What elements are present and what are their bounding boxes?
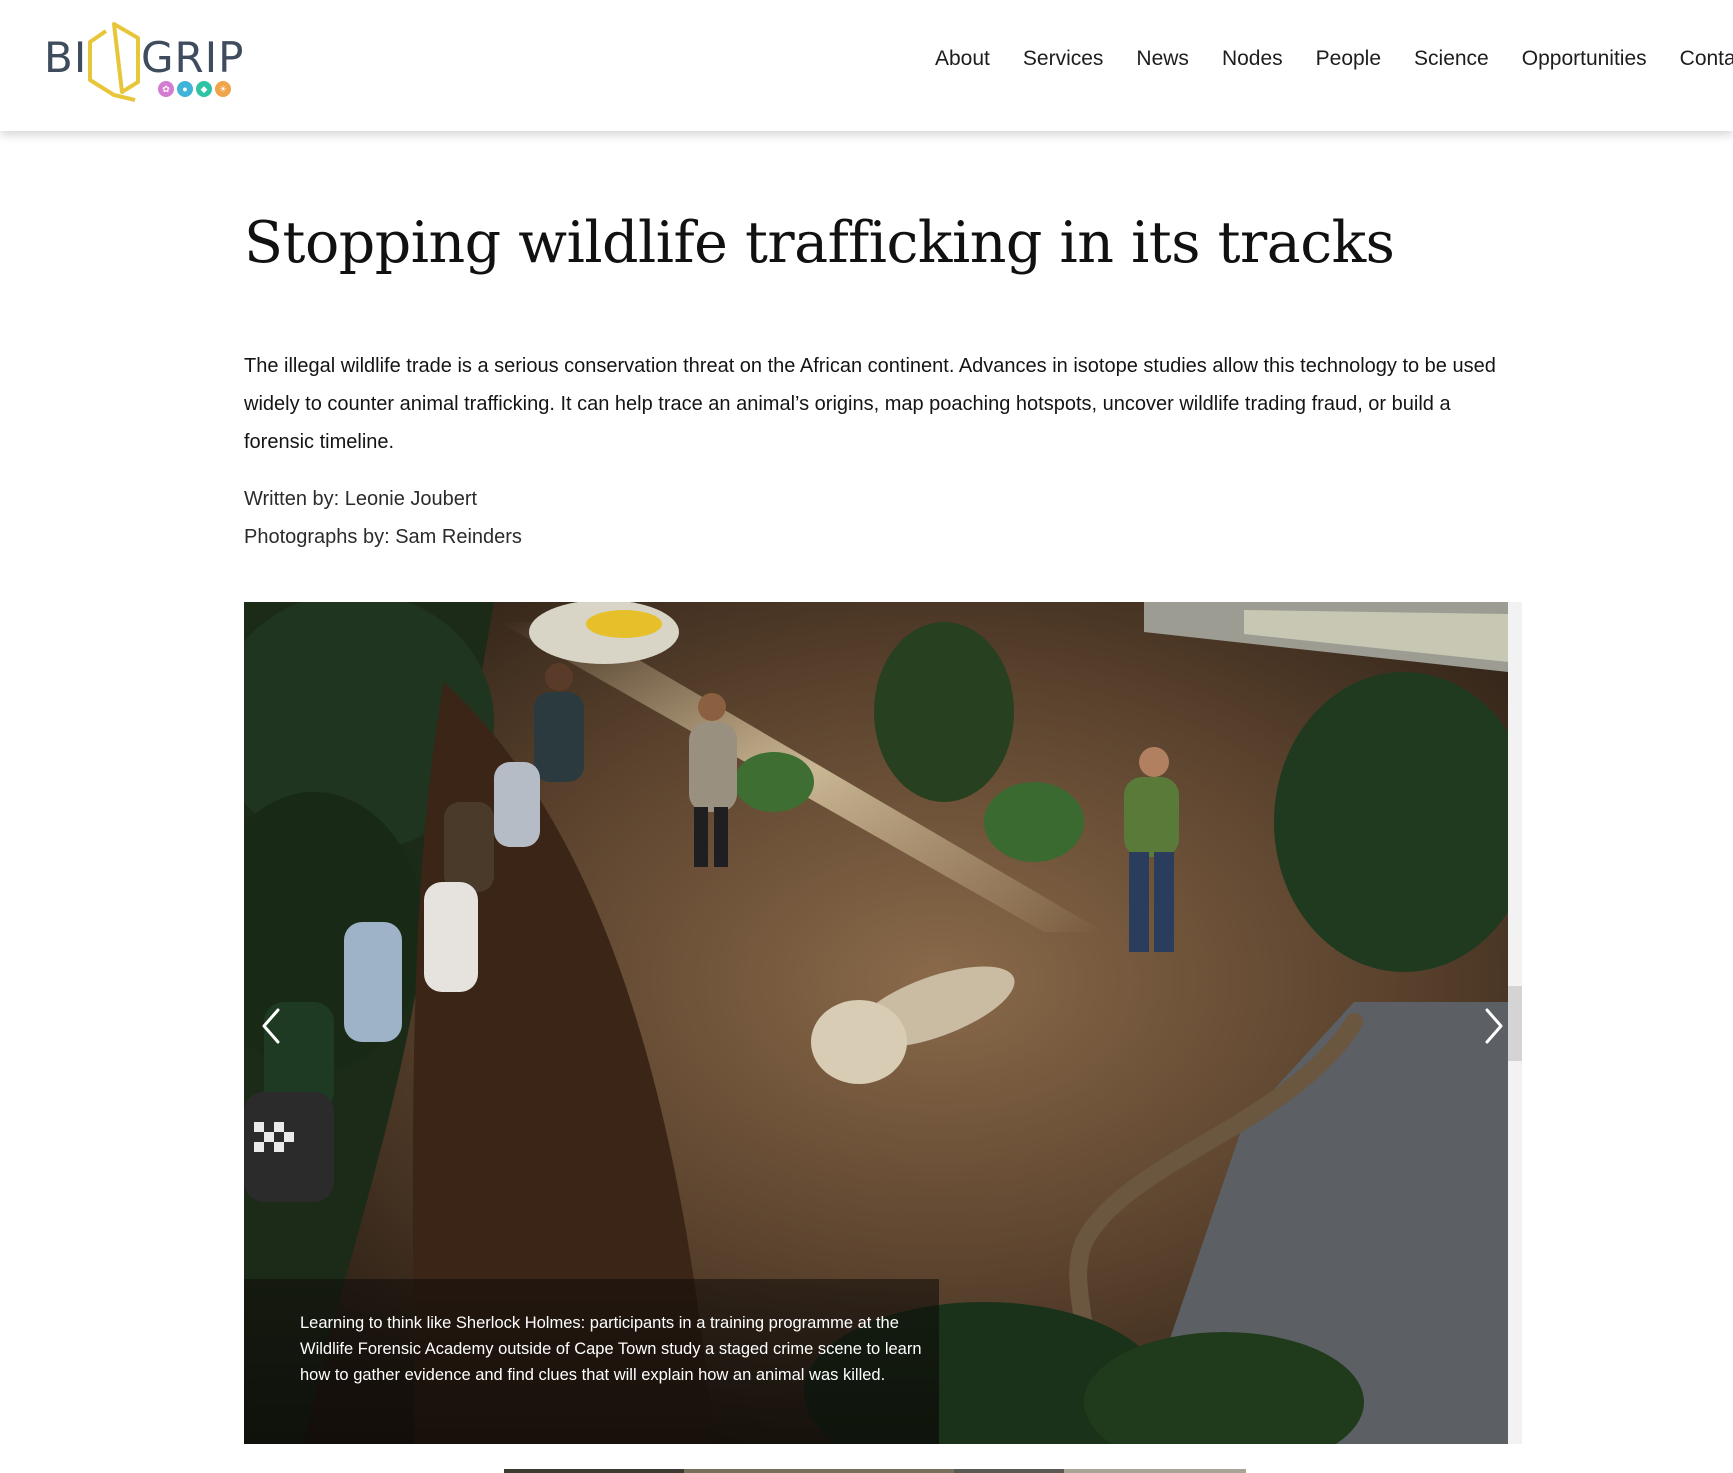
logo-hexagon-icon — [88, 22, 140, 102]
sun-icon: ☀ — [215, 81, 231, 97]
site-logo[interactable]: BI GRIP ✿ ● ◆ ☀ — [44, 21, 244, 103]
nav-science[interactable]: Science — [1414, 47, 1489, 71]
main-nav: About Services News Nodes People Science… — [935, 47, 1733, 71]
site-header: BI GRIP ✿ ● ◆ ☀ About Services News Node… — [0, 0, 1733, 131]
nav-nodes[interactable]: Nodes — [1222, 47, 1283, 71]
author-credit: Written by: Leonie Joubert — [244, 488, 478, 510]
nav-services[interactable]: Services — [1023, 47, 1104, 71]
logo-dots: ✿ ● ◆ ☀ — [158, 81, 231, 97]
nav-people[interactable]: People — [1316, 47, 1381, 71]
paw-icon: ● — [177, 81, 193, 97]
flower-icon: ✿ — [158, 81, 174, 97]
nav-about[interactable]: About — [935, 47, 990, 71]
nav-contact[interactable]: Contact — [1680, 47, 1733, 71]
slider-prev-button[interactable] — [254, 1000, 288, 1052]
logo-text-grip: GRIP — [141, 33, 245, 82]
nav-news[interactable]: News — [1136, 47, 1189, 71]
chevron-left-icon — [262, 1008, 280, 1044]
slide-caption: Learning to think like Sherlock Holmes: … — [300, 1314, 922, 1384]
logo-text-bi: BI — [44, 33, 88, 82]
photographer-credit: Photographs by: Sam Reinders — [244, 526, 522, 548]
chevron-right-icon — [1485, 1008, 1503, 1044]
slider-thumbnails[interactable] — [504, 1469, 1246, 1473]
slider-next-button[interactable] — [1477, 1000, 1511, 1052]
leaf-icon: ◆ — [196, 81, 212, 97]
article-title: Stopping wildlife trafficking in its tra… — [244, 210, 1395, 276]
nav-opportunities[interactable]: Opportunities — [1522, 47, 1647, 71]
article-lead: The illegal wildlife trade is a serious … — [244, 355, 1496, 453]
